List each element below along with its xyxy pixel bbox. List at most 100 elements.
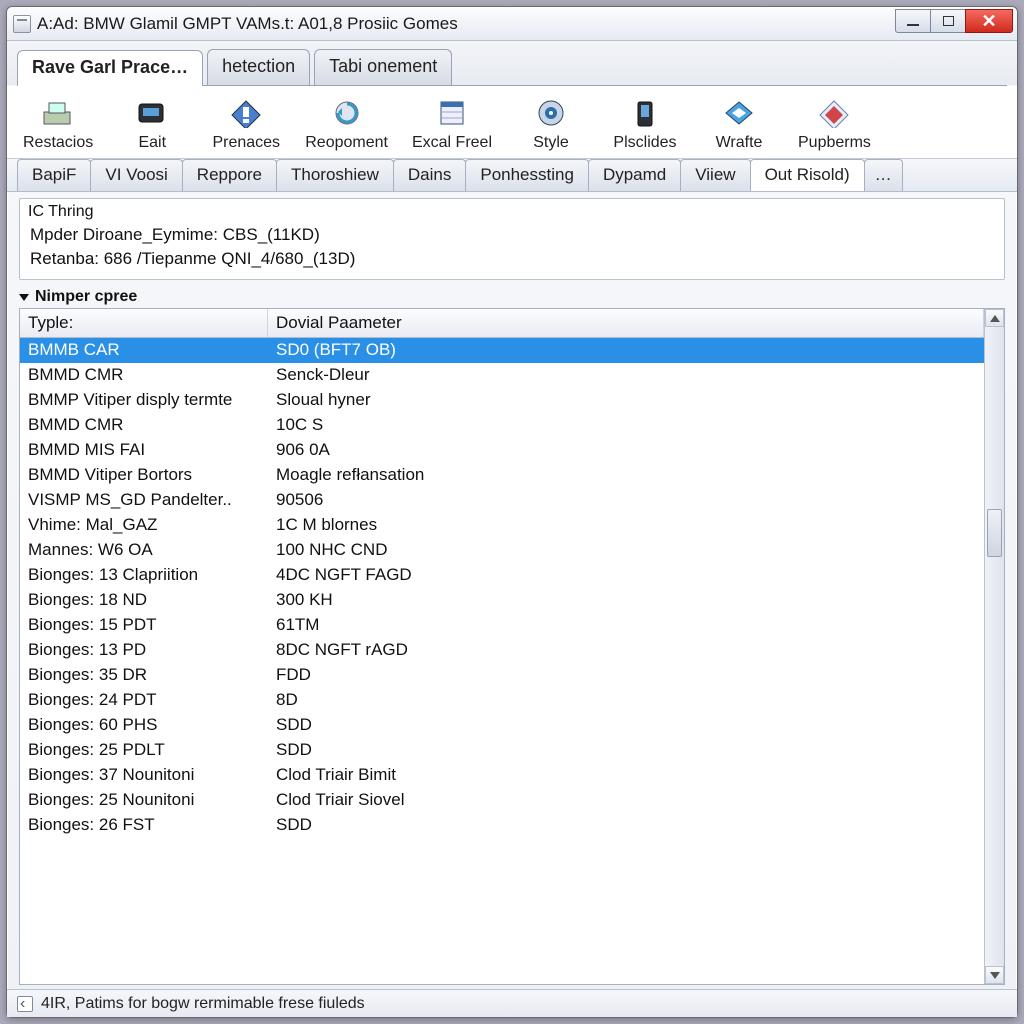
reopoment-icon (328, 96, 366, 130)
table-row[interactable]: Mannes: W6 OA100 NHC CND (20, 538, 984, 563)
cell-param: Moagle refłansation (268, 463, 984, 488)
cell-param: SDD (268, 813, 984, 838)
table-row[interactable]: Bionges: 35 DRFDD (20, 663, 984, 688)
table-row[interactable]: Bionges: 13 Clapriition4DC NGFT FAGD (20, 563, 984, 588)
tool-style[interactable]: Style (516, 96, 586, 152)
table-row[interactable]: Bionges: 25 NounitoniClod Triair Siovel (20, 788, 984, 813)
cell-param: Clod Triair Siovel (268, 788, 984, 813)
tool-wrafte[interactable]: Wrafte (704, 96, 774, 152)
scroll-down-button[interactable] (985, 966, 1004, 984)
parameter-table: Typle: Dovial Paameter BMMB CARSD0 (BFT7… (19, 308, 1005, 985)
info-panel: IC Thring Mpder Diroane_Eymime: CBS_(11K… (19, 198, 1005, 280)
tool-prenaces[interactable]: Prenaces (211, 96, 281, 152)
cell-type: Bionges: 25 PDLT (20, 738, 268, 763)
app-window: A:Ad: BMW Glamil GMPT VAMs.t: A01,8 Pros… (6, 6, 1018, 1018)
secondary-tab-4[interactable]: Dains (393, 159, 466, 191)
minimize-button[interactable] (895, 9, 931, 33)
tool-excal-freel[interactable]: Excal Freel (412, 96, 492, 152)
table-row[interactable]: BMMP Vitiper disply termteSloual hyner (20, 388, 984, 413)
table-row[interactable]: BMMD CMR10C S (20, 413, 984, 438)
cell-type: Mannes: W6 OA (20, 538, 268, 563)
group-header[interactable]: Nimper cpree (19, 288, 1005, 306)
maximize-icon (943, 16, 954, 26)
plsclides-icon (626, 96, 664, 130)
secondary-tab-1[interactable]: VI Voosi (90, 159, 182, 191)
tool-eait[interactable]: Eait (117, 96, 187, 152)
table-row[interactable]: Bionges: 24 PDT8D (20, 688, 984, 713)
secondary-tabs: BapiFVI VoosiRepporeThoroshiewDainsPonhe… (7, 159, 1017, 192)
secondary-tab-5[interactable]: Ponhessting (465, 159, 589, 191)
column-header-param[interactable]: Dovial Paameter (268, 309, 984, 337)
cell-param: 90506 (268, 488, 984, 513)
info-header: IC Thring (20, 201, 1004, 223)
cell-type: BMMB CAR (20, 338, 268, 363)
table-row[interactable]: Bionges: 13 PD8DC NGFT rAGD (20, 638, 984, 663)
tool-label: Prenaces (212, 134, 280, 152)
cell-param: SD0 (BFT7 OB) (268, 338, 984, 363)
secondary-tab-0[interactable]: BapiF (17, 159, 91, 191)
maximize-button[interactable] (930, 9, 966, 33)
cell-param: 8DC NGFT rAGD (268, 638, 984, 663)
cell-type: Bionges: 18 ND (20, 588, 268, 613)
tool-restacios[interactable]: Restacios (23, 96, 93, 152)
scroll-up-button[interactable] (985, 309, 1004, 327)
secondary-tab-6[interactable]: Dypamd (588, 159, 681, 191)
cell-type: VISMP MS_GD Pandelter.. (20, 488, 268, 513)
table-row[interactable]: Bionges: 25 PDLTSDD (20, 738, 984, 763)
secondary-tab-7[interactable]: Viiew (680, 159, 750, 191)
tool-label: Plsclides (613, 134, 676, 152)
group-label: Nimper cpree (35, 288, 137, 306)
primary-tab-1[interactable]: hetection (207, 49, 310, 85)
cell-param: 10C S (268, 413, 984, 438)
table-row[interactable]: Bionges: 15 PDT61TM (20, 613, 984, 638)
secondary-tab-3[interactable]: Thoroshiew (276, 159, 394, 191)
table-header: Typle: Dovial Paameter (20, 309, 984, 338)
wrafte-icon (720, 96, 758, 130)
table-row[interactable]: Bionges: 60 PHSSDD (20, 713, 984, 738)
status-text: 4IR, Patims for bogw rermimable frese fi… (41, 995, 365, 1013)
scroll-thumb[interactable] (987, 509, 1002, 557)
cell-param: 8D (268, 688, 984, 713)
table-row[interactable]: BMMD Vitiper BortorsMoagle refłansation (20, 463, 984, 488)
table-row[interactable]: Vhime: Mal_GAZ1C M blornes (20, 513, 984, 538)
table-row[interactable]: BMMD CMRSenck-Dleur (20, 363, 984, 388)
cell-type: Bionges: 15 PDT (20, 613, 268, 638)
excal-freel-icon (433, 96, 471, 130)
cell-type: Bionges: 25 Nounitoni (20, 788, 268, 813)
table-row[interactable]: BMMB CARSD0 (BFT7 OB) (20, 338, 984, 363)
tool-plsclides[interactable]: Plsclides (610, 96, 680, 152)
titlebar[interactable]: A:Ad: BMW Glamil GMPT VAMs.t: A01,8 Pros… (7, 7, 1017, 41)
cell-type: BMMD Vitiper Bortors (20, 463, 268, 488)
tabs-overflow[interactable]: … (864, 159, 903, 191)
table-row[interactable]: Bionges: 18 ND300 KH (20, 588, 984, 613)
chevron-up-icon (990, 315, 1000, 322)
table-row[interactable]: Bionges: 37 NounitoniClod Triair Bimit (20, 763, 984, 788)
cell-param: 1C M blornes (268, 513, 984, 538)
cell-type: Bionges: 13 Clapriition (20, 563, 268, 588)
tool-pupberms[interactable]: Pupberms (798, 96, 871, 152)
minimize-icon (907, 24, 919, 26)
chevron-down-icon (990, 972, 1000, 979)
table-row[interactable]: VISMP MS_GD Pandelter..90506 (20, 488, 984, 513)
prenaces-icon (227, 96, 265, 130)
secondary-tab-2[interactable]: Reppore (182, 159, 277, 191)
table-row[interactable]: BMMD MIS FAI906 0A (20, 438, 984, 463)
window-controls: ✕ (896, 9, 1013, 33)
cell-param: 61TM (268, 613, 984, 638)
column-header-type[interactable]: Typle: (20, 309, 268, 337)
vertical-scrollbar[interactable] (984, 309, 1004, 984)
table-row[interactable]: Bionges: 26 FSTSDD (20, 813, 984, 838)
cell-param: 906 0A (268, 438, 984, 463)
tool-reopoment[interactable]: Reopoment (305, 96, 388, 152)
cell-type: Bionges: 26 FST (20, 813, 268, 838)
secondary-tab-8[interactable]: Out Risold) (750, 159, 865, 191)
close-button[interactable]: ✕ (965, 9, 1013, 33)
primary-tab-2[interactable]: Tabi onement (314, 49, 452, 85)
cell-param: FDD (268, 663, 984, 688)
toolbar: Restacios Eait Prenaces Reopoment Excal Free… (7, 86, 1017, 159)
primary-tab-0[interactable]: Rave Garl Prace… (17, 50, 203, 86)
pupberms-icon (815, 96, 853, 130)
cell-type: BMMD MIS FAI (20, 438, 268, 463)
table-body: BMMB CARSD0 (BFT7 OB)BMMD CMRSenck-Dleur… (20, 338, 984, 838)
eait-icon (133, 96, 171, 130)
